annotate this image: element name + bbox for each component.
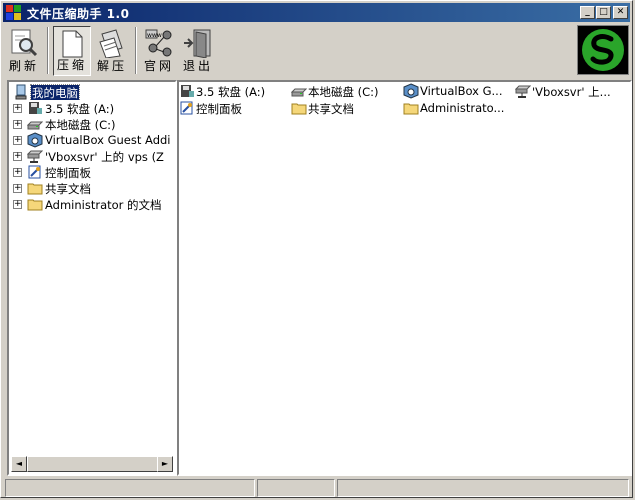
- folder-tree[interactable]: 我的电脑 + 3.5 软盘 (A:) + 本地磁盘 (C:) + Virtual…: [7, 80, 177, 476]
- tree-root-label: 我的电脑: [30, 84, 80, 100]
- tree-item-shared-docs[interactable]: + 共享文档: [11, 180, 177, 196]
- exit-label: 退出: [182, 59, 213, 73]
- refresh-label: 刷新: [8, 59, 39, 73]
- network-icon: www: [145, 29, 172, 57]
- list-item-label: 'Vboxsvr' 上...: [532, 85, 611, 99]
- status-panel-2: [257, 479, 335, 497]
- website-label: 官网: [143, 59, 174, 73]
- folder-icon: [291, 103, 307, 115]
- folder-icon: [27, 183, 43, 195]
- list-item-label: VirtualBox G...: [420, 84, 503, 98]
- tree-item-network-drive[interactable]: + 'Vboxsvr' 上的 vps (Z: [11, 148, 177, 164]
- status-panel-3: [337, 479, 629, 497]
- minimize-button[interactable]: _: [580, 6, 595, 19]
- brand-logo: [577, 25, 629, 75]
- list-item[interactable]: Administrato...: [403, 100, 515, 117]
- virtualbox-cd-icon: [403, 83, 419, 99]
- hard-disk-icon: [291, 88, 307, 97]
- expand-icon[interactable]: +: [13, 120, 22, 129]
- exit-door-icon: [184, 29, 211, 58]
- toolbar: 刷新 压缩 解压 www 官网 退出: [3, 24, 630, 77]
- file-list[interactable]: 3.5 软盘 (A:) 本地磁盘 (C:) VirtualBox G... 'V…: [177, 80, 632, 476]
- list-item[interactable]: 3.5 软盘 (A:): [179, 83, 289, 100]
- folder-icon: [27, 199, 43, 211]
- app-icon: [6, 5, 21, 20]
- close-button[interactable]: ✕: [613, 6, 628, 19]
- toolbar-separator: [135, 27, 137, 74]
- document-icon: [62, 30, 83, 58]
- virtualbox-cd-icon: [27, 132, 43, 148]
- expand-icon[interactable]: +: [13, 184, 22, 193]
- tree-item-virtualbox[interactable]: + VirtualBox Guest Addi: [11, 132, 177, 148]
- network-drive-icon: [27, 150, 43, 163]
- list-item-label: 共享文档: [308, 102, 354, 116]
- tree-item-label: 本地磁盘 (C:): [45, 118, 116, 132]
- tree-item-label: 'Vboxsvr' 上的 vps (Z: [45, 150, 164, 164]
- tree-item-admin-docs[interactable]: + Administrator 的文档: [11, 196, 177, 212]
- svg-text:www: www: [147, 32, 162, 39]
- scroll-left-button[interactable]: ◄: [11, 456, 27, 472]
- tree-root[interactable]: 我的电脑: [11, 84, 171, 100]
- list-item[interactable]: 共享文档: [291, 100, 403, 117]
- expand-icon[interactable]: +: [13, 152, 22, 161]
- compress-button[interactable]: 压缩: [53, 26, 91, 76]
- vise-icon: [99, 29, 123, 58]
- expand-icon[interactable]: +: [13, 136, 22, 145]
- website-button[interactable]: www 官网: [140, 26, 178, 76]
- horizontal-scrollbar[interactable]: ◄ ►: [11, 456, 173, 472]
- toolbar-separator: [47, 27, 49, 74]
- scroll-thumb[interactable]: [27, 456, 161, 472]
- status-panel-1: [5, 479, 255, 497]
- magnifier-icon: [11, 29, 38, 57]
- list-item-label: 3.5 软盘 (A:): [196, 85, 266, 99]
- floppy-drive-icon: [29, 102, 42, 114]
- control-panel-icon: [28, 165, 41, 179]
- network-drive-icon: [515, 85, 531, 98]
- expand-icon[interactable]: +: [13, 168, 22, 177]
- hard-disk-icon: [27, 121, 43, 130]
- tree-item-floppy[interactable]: + 3.5 软盘 (A:): [11, 100, 177, 116]
- floppy-drive-icon: [181, 85, 194, 97]
- tree-item-label: Administrator 的文档: [45, 198, 162, 212]
- list-item[interactable]: 控制面板: [179, 100, 289, 117]
- list-item-label: 本地磁盘 (C:): [308, 85, 379, 99]
- list-item[interactable]: 'Vboxsvr' 上...: [515, 83, 630, 100]
- list-item[interactable]: VirtualBox G...: [403, 83, 515, 100]
- window-title: 文件压缩助手 1.0: [27, 7, 130, 21]
- tree-item-label: 3.5 软盘 (A:): [45, 102, 115, 116]
- list-item-label: 控制面板: [196, 102, 242, 116]
- scroll-right-button[interactable]: ►: [157, 456, 173, 472]
- tree-item-local-disk[interactable]: + 本地磁盘 (C:): [11, 116, 177, 132]
- tree-item-label: 共享文档: [45, 182, 91, 196]
- computer-icon: [15, 84, 27, 100]
- compress-label: 压缩: [56, 58, 87, 72]
- tree-item-control-panel[interactable]: + 控制面板: [11, 164, 177, 180]
- tree-item-label: 控制面板: [45, 166, 91, 180]
- refresh-button[interactable]: 刷新: [5, 26, 43, 76]
- folder-icon: [403, 103, 419, 115]
- exit-button[interactable]: 退出: [179, 26, 217, 76]
- tree-item-label: VirtualBox Guest Addi: [45, 133, 171, 147]
- logo-s-icon: [582, 29, 624, 71]
- extract-label: 解压: [96, 59, 127, 73]
- extract-button[interactable]: 解压: [93, 26, 131, 76]
- list-item-label: Administrato...: [420, 101, 505, 115]
- expand-icon[interactable]: +: [13, 104, 22, 113]
- list-item[interactable]: 本地磁盘 (C:): [291, 83, 403, 100]
- maximize-button[interactable]: □: [596, 6, 611, 19]
- control-panel-icon: [180, 101, 193, 115]
- title-bar[interactable]: 文件压缩助手 1.0 _ □ ✕: [3, 3, 630, 22]
- app-window: 文件压缩助手 1.0 _ □ ✕ 刷新 压缩 解压 www 官网 退出 我的电脑…: [0, 0, 633, 498]
- expand-icon[interactable]: +: [13, 200, 22, 209]
